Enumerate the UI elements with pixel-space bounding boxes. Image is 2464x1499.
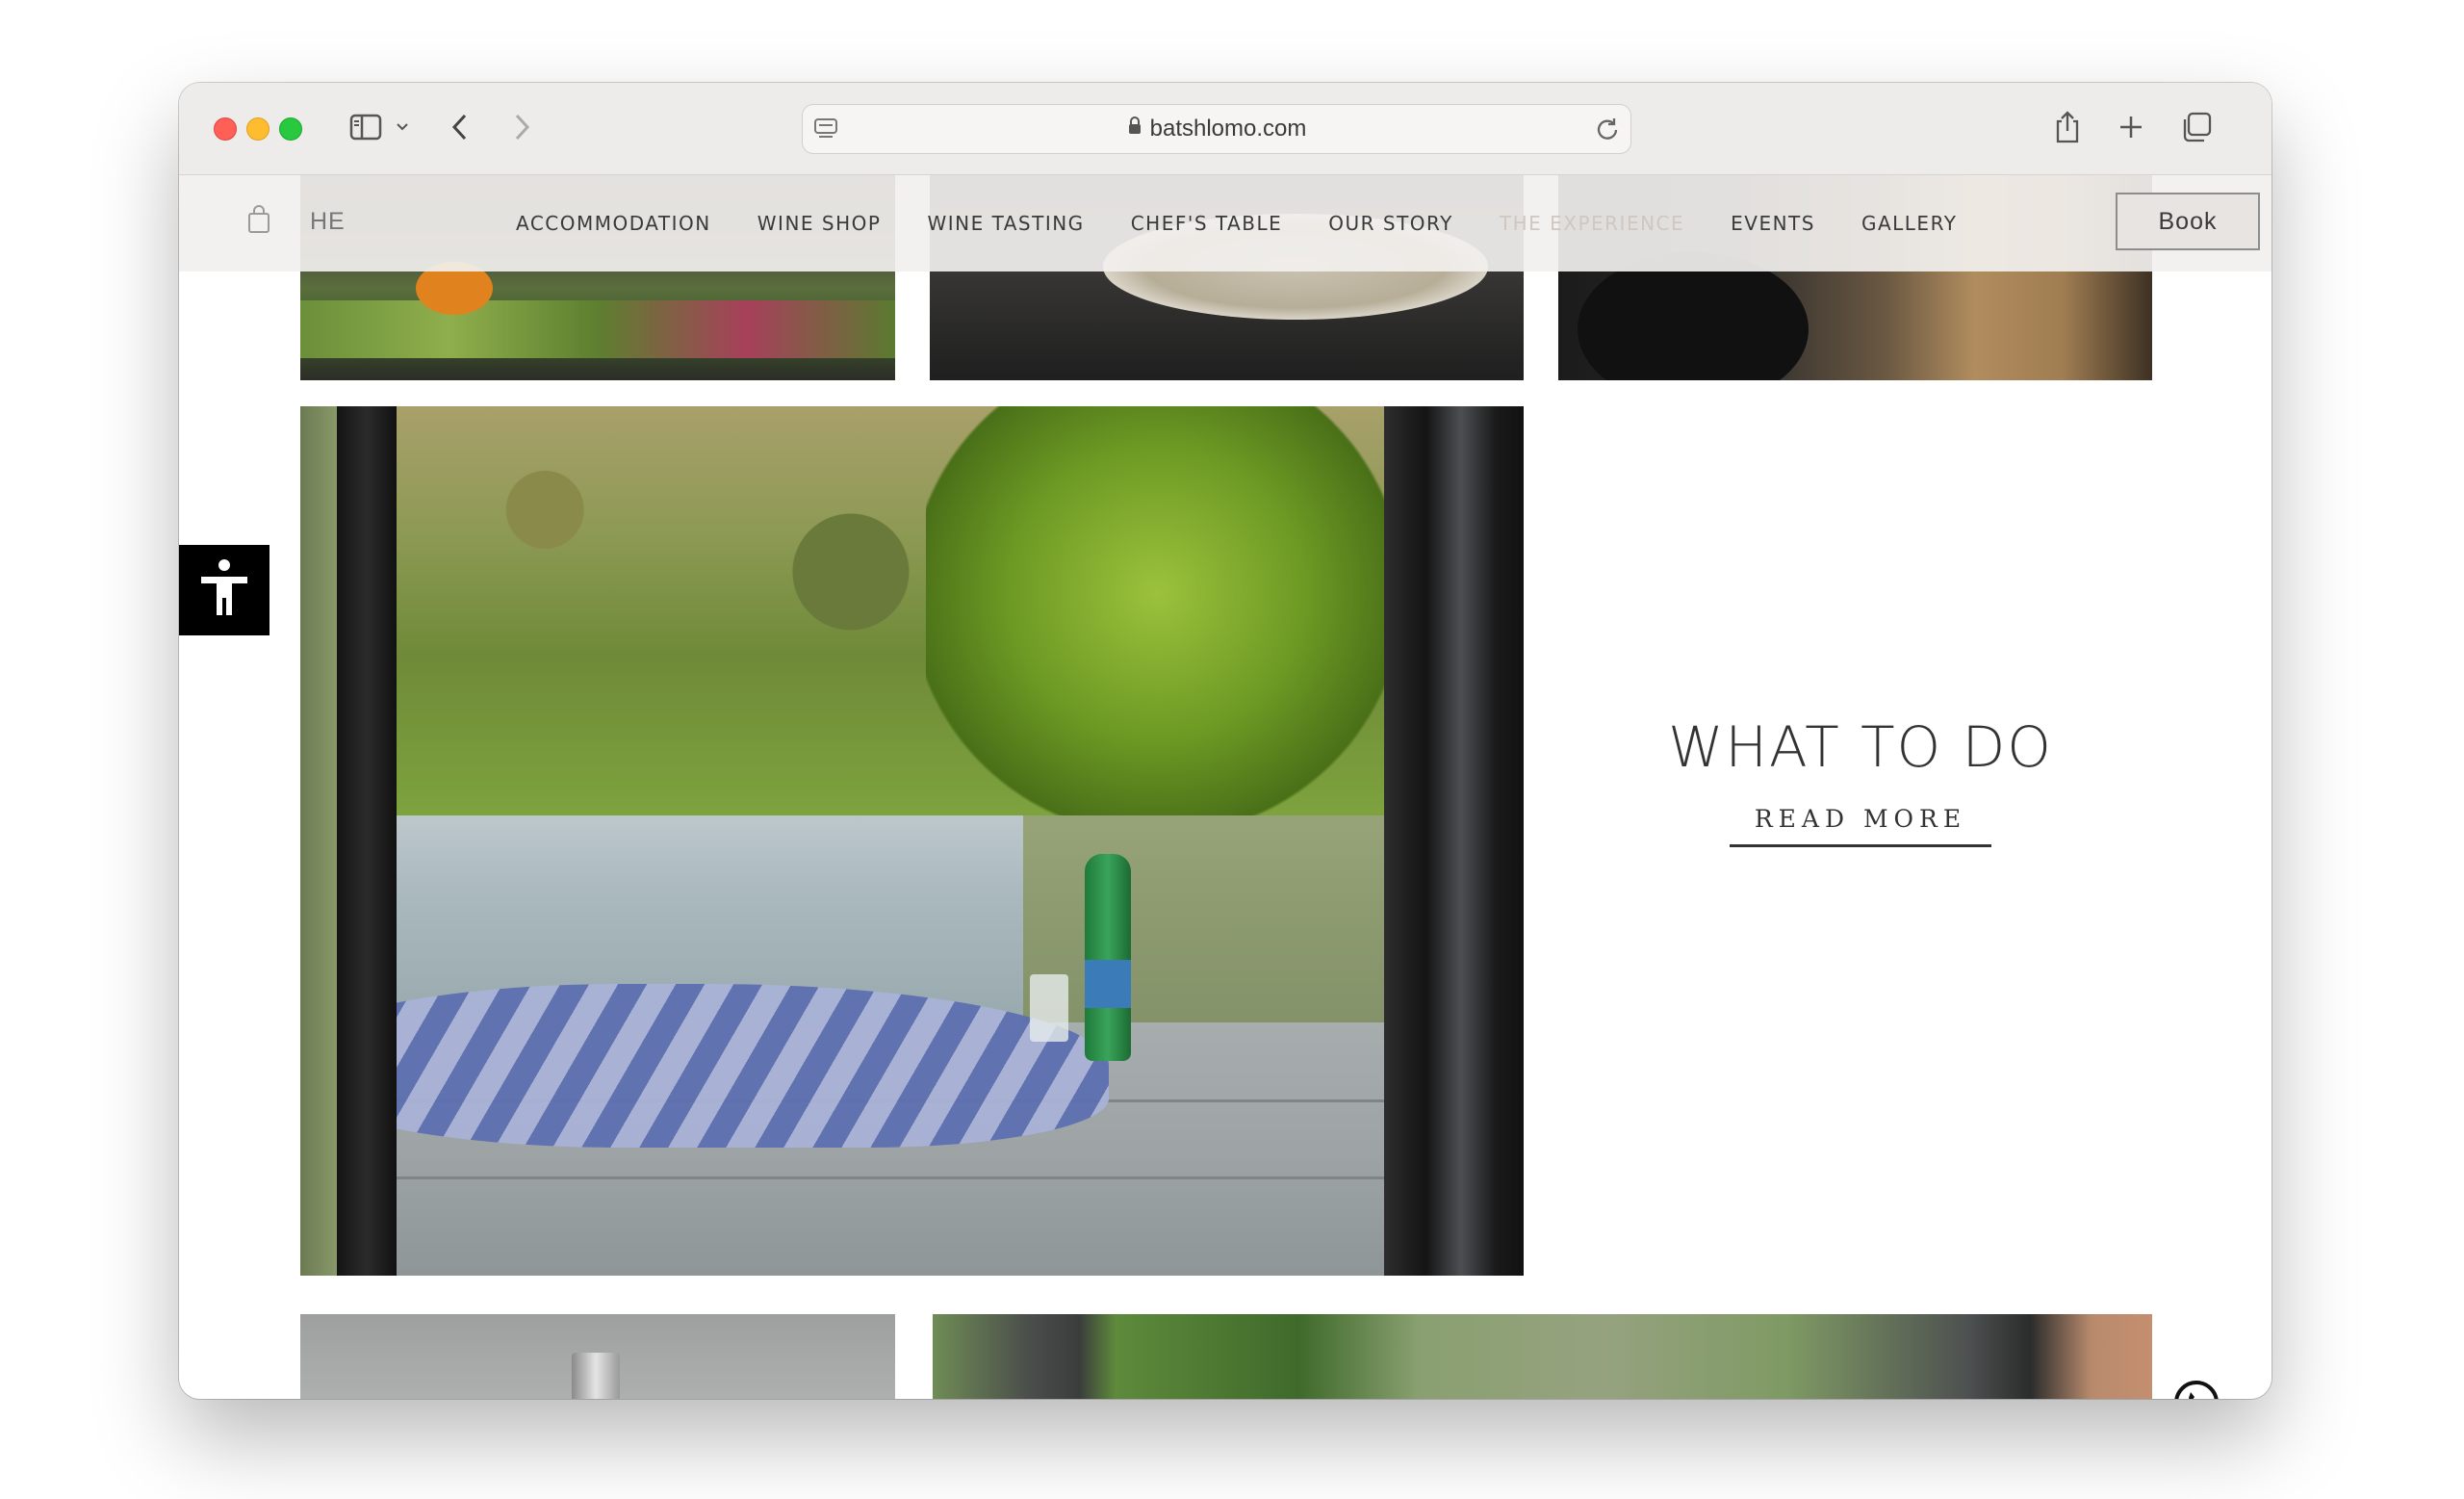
reload-icon[interactable] — [1594, 116, 1621, 146]
nav-link-the-experience[interactable]: THE EXPERIENCE — [1500, 212, 1684, 235]
site-navigation: HE ACCOMMODATION WINE SHOP WINE TASTING … — [179, 175, 2272, 271]
gallery-image-landscape[interactable] — [933, 1314, 2152, 1399]
bottle-label-shape — [1085, 960, 1131, 1008]
glass-shape — [1030, 974, 1068, 1042]
language-switch[interactable]: HE — [310, 208, 346, 236]
back-icon[interactable] — [439, 106, 481, 148]
window-frame-right — [1384, 406, 1524, 1276]
window-edge-shape — [300, 406, 339, 1276]
accessibility-icon — [195, 557, 253, 623]
water-bottle-shape — [1085, 854, 1131, 1061]
hero-image-pool[interactable] — [300, 406, 1524, 1276]
browser-window: batshlomo.com HE ACCOMMODATION WINE SHOP… — [179, 83, 2272, 1399]
web-page: HE ACCOMMODATION WINE SHOP WINE TASTING … — [179, 175, 2272, 1399]
section-title: WHAT TO DO — [1668, 714, 2053, 780]
new-tab-icon[interactable] — [2110, 106, 2152, 148]
nav-link-gallery[interactable]: GALLERY — [1861, 212, 1957, 235]
forward-icon[interactable] — [500, 106, 543, 148]
browser-toolbar: batshlomo.com — [179, 83, 2272, 175]
lock-icon — [1127, 104, 1142, 152]
nav-links: ACCOMMODATION WINE SHOP WINE TASTING CHE… — [516, 175, 2003, 271]
address-bar[interactable]: batshlomo.com — [802, 104, 1631, 154]
book-button[interactable]: Book — [2116, 193, 2260, 250]
chevron-down-icon[interactable] — [389, 106, 416, 148]
read-more-link[interactable]: READ MORE — [1729, 805, 1992, 847]
gallery-image-bottle[interactable] — [300, 1314, 895, 1399]
window-frame-left — [337, 406, 397, 1276]
tab-overview-icon[interactable] — [2175, 106, 2218, 148]
share-icon[interactable] — [2046, 106, 2089, 148]
close-window-button[interactable] — [214, 117, 237, 141]
nav-link-our-story[interactable]: OUR STORY — [1328, 212, 1453, 235]
minimize-window-button[interactable] — [246, 117, 270, 141]
nav-link-wine-shop[interactable]: WINE SHOP — [757, 212, 882, 235]
what-to-do-section: WHAT TO DO READ MORE — [1620, 714, 2101, 847]
shopping-bag-icon[interactable] — [246, 204, 271, 239]
whatsapp-chat-button[interactable] — [2169, 1377, 2223, 1399]
url-display[interactable]: batshlomo.com — [803, 105, 1630, 153]
nav-link-chefs-table[interactable]: CHEF'S TABLE — [1131, 212, 1283, 235]
accessibility-button[interactable] — [179, 545, 270, 635]
deck-joint — [300, 1176, 1524, 1179]
nav-link-wine-tasting[interactable]: WINE TASTING — [927, 212, 1084, 235]
url-text: batshlomo.com — [1149, 116, 1307, 142]
nav-link-accommodation[interactable]: ACCOMMODATION — [516, 212, 711, 235]
sidebar-toggle-icon[interactable] — [345, 106, 387, 148]
zoom-window-button[interactable] — [279, 117, 302, 141]
trees-shape — [926, 406, 1388, 820]
vegetables-shape — [300, 300, 895, 358]
striped-towel-shape — [300, 984, 1109, 1148]
bottle-cap-shape — [572, 1353, 620, 1399]
nav-link-events[interactable]: EVENTS — [1731, 212, 1815, 235]
